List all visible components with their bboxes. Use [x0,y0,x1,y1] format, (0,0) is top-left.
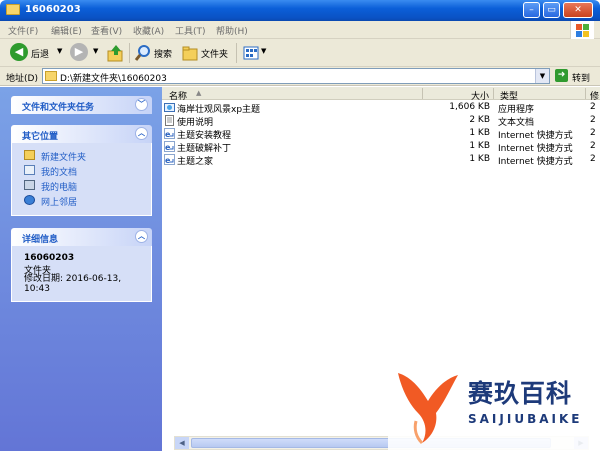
other-places-header[interactable]: 其它位置 ︿ [11,125,152,143]
svg-text:e: e [165,130,171,139]
menu-help[interactable]: 帮助(H) [216,24,248,37]
search-icon[interactable] [134,43,152,63]
file-row[interactable]: e 主题破解补丁 1 KB Internet 快捷方式 2 [162,140,600,154]
details-panel: 详细信息 ︿ 16060203 文件夹 修改日期: 2016-06-13, 10… [11,228,152,302]
folder-icon [24,150,35,160]
views-dropdown-icon[interactable]: ▼ [261,47,266,55]
my-computer-icon [24,180,35,190]
file-row[interactable]: 海岸壮观风景xp主题 1,606 KB 应用程序 2 [162,101,600,115]
watermark-en: SAIJIUBAIKE [468,412,583,426]
views-icon[interactable] [243,43,259,63]
internet-shortcut-icon: e [164,154,175,165]
details-header[interactable]: 详细信息 ︿ [11,228,152,246]
task-pane: 文件和文件夹任务 ﹀ 其它位置 ︿ 新建文件夹 我的文档 我的电脑 网上邻居 详… [0,87,162,451]
scroll-left-icon[interactable]: ◀ [175,437,189,449]
other-places-panel: 其它位置 ︿ 新建文件夹 我的文档 我的电脑 网上邻居 [11,125,152,216]
column-header: 名称 ▲ 大小 类型 修 [162,87,600,102]
details-name: 16060203 [24,253,75,263]
back-dropdown-icon[interactable]: ▼ [57,47,62,55]
title-bar: 16060203 – ▭ ✕ [0,0,600,21]
my-documents-icon [24,165,35,175]
text-document-icon [165,115,174,126]
collapse-chevron-icon[interactable]: ︿ [135,230,148,243]
address-dropdown-icon[interactable]: ▼ [535,69,549,83]
address-bar: 地址(D) D:\新建文件夹\16060203 ▼ ➜ 转到 [0,67,600,86]
maximize-button[interactable]: ▭ [543,2,560,18]
toolbar: ◀ 后退 ▼ ▶ ▼ 搜索 文件夹 ▼ [0,39,600,67]
collapse-chevron-icon[interactable]: ﹀ [135,98,148,111]
collapse-chevron-icon[interactable]: ︿ [135,127,148,140]
menu-file[interactable]: 文件(F) [8,24,38,37]
forward-dropdown-icon[interactable]: ▼ [93,47,98,55]
application-icon [164,103,175,112]
details-modified: 修改日期: 2016-06-13, 10:43 [24,274,122,294]
menu-edit[interactable]: 编辑(E) [51,24,82,37]
watermark-logo-icon [398,373,458,445]
go-button[interactable]: ➜ 转到 [555,69,595,84]
forward-arrow-icon[interactable]: ▶ [70,43,88,61]
file-row[interactable]: e 主题之家 1 KB Internet 快捷方式 2 [162,153,600,167]
menu-favorites[interactable]: 收藏(A) [133,24,164,37]
windows-logo-icon [570,21,594,39]
menu-view[interactable]: 查看(V) [91,24,122,37]
search-button[interactable]: 搜索 [154,47,172,60]
file-row[interactable]: e 主题安装教程 1 KB Internet 快捷方式 2 [162,127,600,141]
other-places-list: 新建文件夹 我的文档 我的电脑 网上邻居 [11,143,152,216]
file-tasks-panel: 文件和文件夹任务 ﹀ [11,96,152,114]
address-path[interactable]: D:\新建文件夹\16060203 [60,71,167,84]
network-icon [24,195,35,205]
svg-text:e: e [165,143,171,152]
up-folder-icon[interactable] [107,43,125,63]
svg-text:e: e [165,156,171,165]
file-tasks-header[interactable]: 文件和文件夹任务 ﹀ [11,96,152,114]
address-label: 地址(D) [6,74,38,84]
close-button[interactable]: ✕ [563,2,593,18]
file-row[interactable]: 使用说明 2 KB 文本文档 2 [162,114,600,128]
folder-icon [45,71,57,81]
watermark: 赛玖百科 SAIJIUBAIKE [388,362,600,451]
internet-shortcut-icon: e [164,128,175,139]
watermark-cn: 赛玖百科 [468,379,573,408]
sort-indicator-icon: ▲ [196,89,202,97]
back-button[interactable]: 后退 [31,47,49,60]
go-arrow-icon: ➜ [555,69,568,82]
internet-shortcut-icon: e [164,141,175,152]
folders-button[interactable]: 文件夹 [201,47,228,60]
minimize-button[interactable]: – [523,2,540,18]
address-field[interactable]: D:\新建文件夹\16060203 ▼ [42,68,550,84]
window-title: 16060203 [25,4,81,15]
menu-tools[interactable]: 工具(T) [175,24,206,37]
go-label: 转到 [572,74,591,84]
folder-icon [6,4,20,15]
details-body: 16060203 文件夹 修改日期: 2016-06-13, 10:43 [11,246,152,302]
menu-bar: 文件(F) 编辑(E) 查看(V) 收藏(A) 工具(T) 帮助(H) [0,21,600,39]
back-arrow-icon[interactable]: ◀ [10,43,28,61]
folders-icon[interactable] [181,43,199,63]
